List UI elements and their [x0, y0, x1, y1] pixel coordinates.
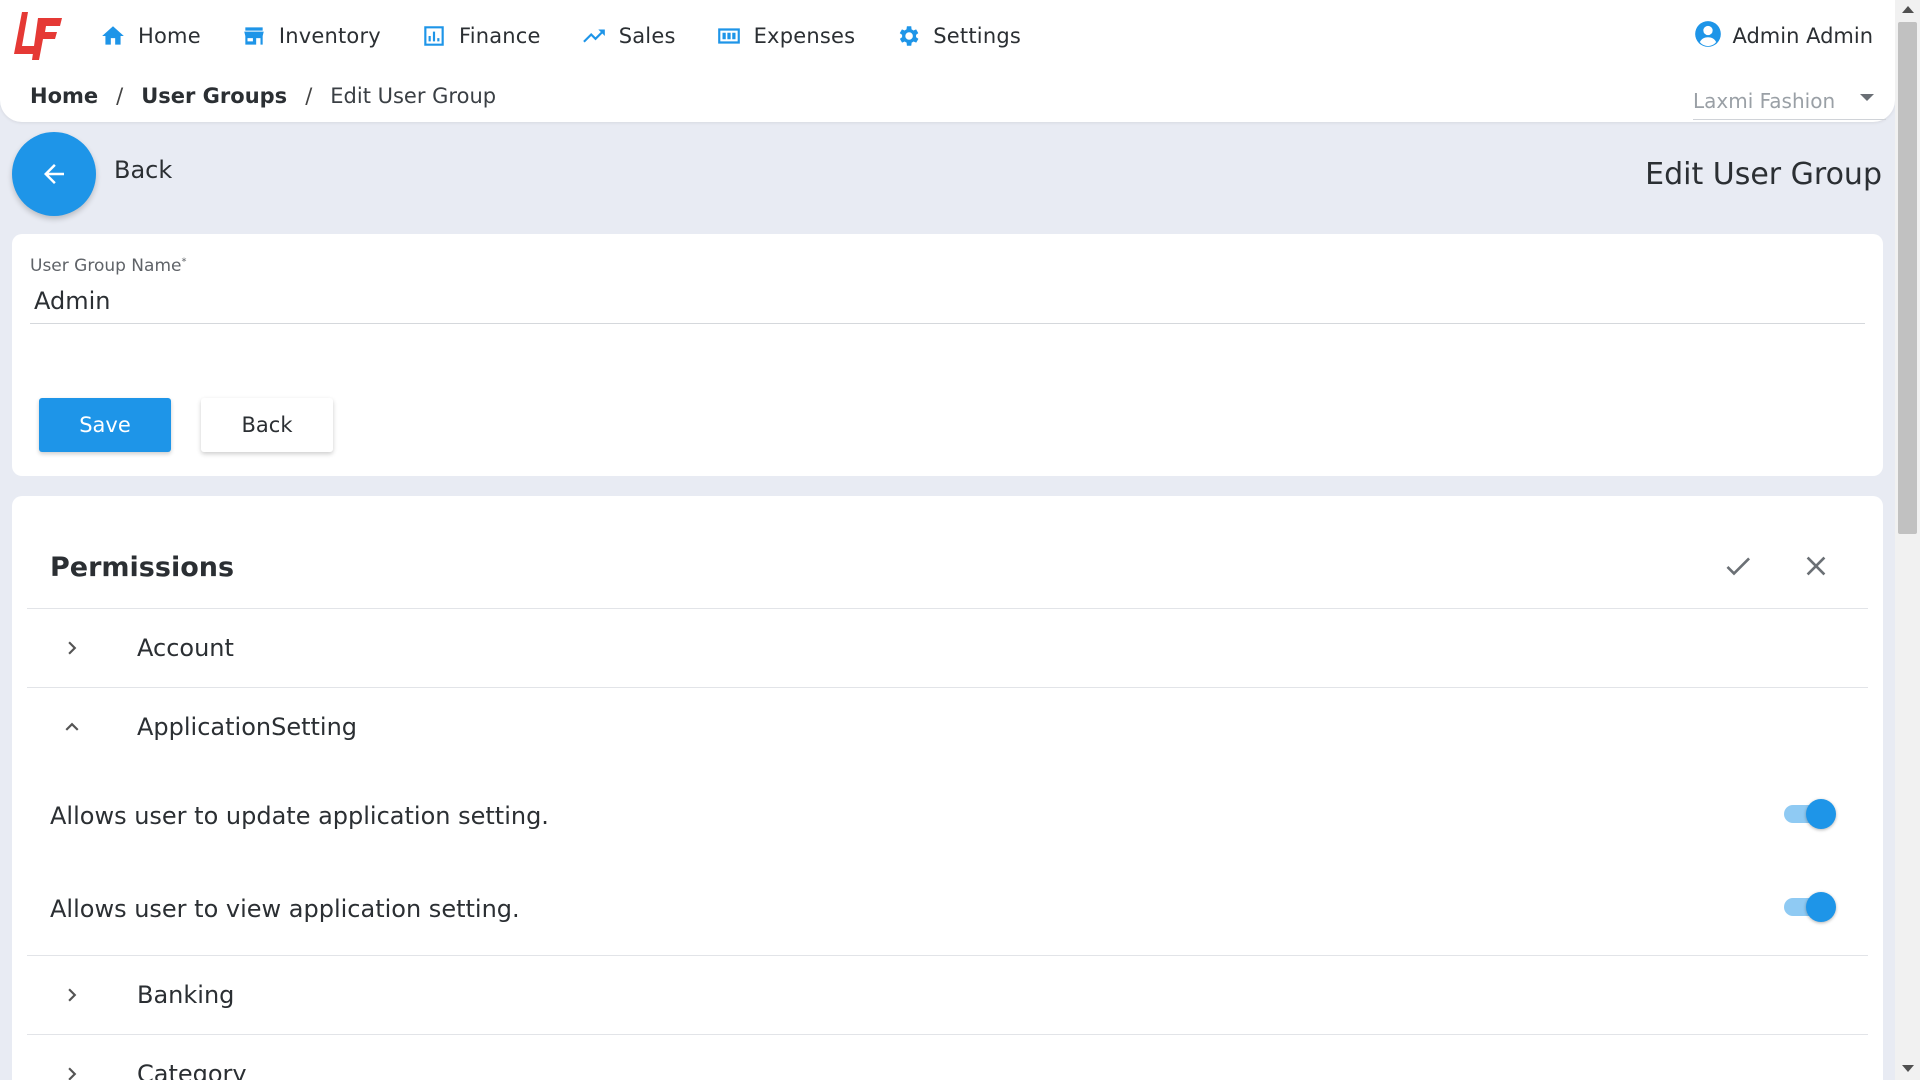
- home-icon: [100, 23, 126, 49]
- toggle-thumb: [1806, 799, 1836, 829]
- caret-down-icon: [1860, 94, 1874, 101]
- breadcrumb-current: Edit User Group: [330, 84, 497, 108]
- page-title: Edit User Group: [1645, 157, 1882, 192]
- main-nav: Home Inventory Finance Sales Expenses Se…: [100, 16, 1061, 56]
- nav-item-finance[interactable]: Finance: [421, 16, 541, 56]
- brand-logo-icon[interactable]: [12, 8, 62, 64]
- permissions-title: Permissions: [50, 552, 235, 583]
- permission-group-label: Banking: [137, 981, 235, 1009]
- nav-label: Sales: [618, 24, 676, 48]
- gear-icon: [895, 23, 921, 49]
- save-button[interactable]: Save: [39, 398, 171, 452]
- select-all-check-icon[interactable]: [1722, 550, 1754, 586]
- page-scrollbar[interactable]: [1895, 0, 1920, 1080]
- nav-item-sales[interactable]: Sales: [581, 16, 676, 56]
- expenses-icon: [716, 23, 742, 49]
- nav-label: Expenses: [753, 24, 856, 48]
- chevron-right-icon: [57, 633, 87, 663]
- chevron-up-icon: [57, 712, 87, 742]
- permission-group-account[interactable]: Account: [27, 608, 1868, 687]
- permission-toggle-update-setting[interactable]: [1780, 796, 1836, 830]
- breadcrumb: Home / User Groups / Edit User Group: [30, 84, 496, 108]
- permission-toggle-view-setting[interactable]: [1780, 889, 1836, 923]
- permission-group-applicationsetting[interactable]: ApplicationSetting: [27, 687, 1868, 766]
- permission-group-label: Account: [137, 634, 234, 662]
- scrollbar-thumb[interactable]: [1898, 22, 1917, 534]
- nav-item-inventory[interactable]: Inventory: [241, 16, 381, 56]
- user-menu[interactable]: Admin Admin: [1694, 16, 1873, 56]
- trend-icon: [581, 23, 607, 49]
- nav-item-expenses[interactable]: Expenses: [716, 16, 856, 56]
- nav-item-home[interactable]: Home: [100, 16, 201, 56]
- arrow-left-icon: [44, 164, 64, 184]
- nav-item-settings[interactable]: Settings: [895, 16, 1021, 56]
- back-fab-button[interactable]: [12, 132, 96, 216]
- scroll-up-arrow-icon[interactable]: [1902, 6, 1914, 13]
- permission-item-label: Allows user to update application settin…: [50, 802, 549, 830]
- user-name: Admin Admin: [1732, 24, 1873, 48]
- user-group-form-card: User Group Name* Save Back: [12, 234, 1883, 476]
- company-select-value: Laxmi Fashion: [1693, 88, 1836, 113]
- user-group-name-label: User Group Name*: [30, 256, 186, 276]
- back-button[interactable]: Back: [201, 398, 333, 452]
- chevron-right-icon: [57, 980, 87, 1010]
- chart-icon: [421, 23, 447, 49]
- clear-all-close-icon[interactable]: [1800, 550, 1832, 586]
- nav-label: Settings: [933, 24, 1021, 48]
- breadcrumb-separator: /: [305, 84, 313, 108]
- permission-group-label: ApplicationSetting: [137, 713, 358, 741]
- back-link[interactable]: Back: [114, 156, 172, 184]
- toggle-thumb: [1806, 892, 1836, 922]
- permission-item-label: Allows user to view application setting.: [50, 895, 520, 923]
- account-circle-icon: [1694, 20, 1722, 52]
- user-group-name-input[interactable]: [30, 278, 1865, 324]
- permission-group-label: Category: [137, 1060, 247, 1080]
- required-mark: *: [181, 256, 187, 268]
- field-label-text: User Group Name: [30, 256, 182, 276]
- top-header: Home Inventory Finance Sales Expenses Se…: [0, 0, 1895, 122]
- permissions-card: Permissions Account ApplicationSetting A…: [12, 496, 1883, 1080]
- chevron-right-icon: [57, 1059, 87, 1080]
- breadcrumb-home[interactable]: Home: [30, 84, 98, 108]
- nav-label: Finance: [458, 24, 541, 48]
- nav-label: Home: [138, 24, 201, 48]
- nav-label: Inventory: [278, 24, 381, 48]
- store-icon: [241, 23, 267, 49]
- scroll-down-arrow-icon[interactable]: [1902, 1065, 1914, 1072]
- breadcrumb-user-groups[interactable]: User Groups: [141, 84, 287, 108]
- company-select[interactable]: Laxmi Fashion: [1693, 82, 1886, 120]
- permission-group-category[interactable]: Category: [27, 1034, 1868, 1080]
- breadcrumb-separator: /: [116, 84, 124, 108]
- permission-group-banking[interactable]: Banking: [27, 955, 1868, 1034]
